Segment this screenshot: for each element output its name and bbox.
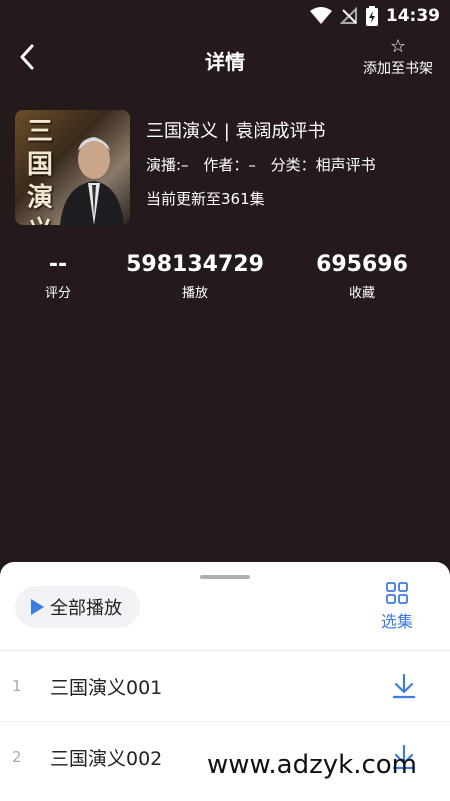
play-all-button[interactable]: 全部播放 xyxy=(15,586,140,628)
status-bar: 14:39 xyxy=(0,0,450,32)
star-icon: ☆ xyxy=(389,36,407,57)
sheet-drag-handle[interactable] xyxy=(200,575,250,579)
list-item[interactable]: 1 三国演义001 xyxy=(0,650,450,721)
book-title: 三国演义 | 袁阔成评书 xyxy=(146,121,326,142)
download-icon xyxy=(392,673,416,699)
nav-bar: 详情 ☆ 添加至书架 xyxy=(0,32,450,86)
play-icon xyxy=(31,599,44,615)
book-info: 三国演义 | 袁阔成评书 演播:– 作者：– 分类：相声评书 当前更新至361集 xyxy=(146,118,436,210)
rating-value: -- xyxy=(48,252,68,277)
author-text: 作者：– xyxy=(203,156,256,174)
wifi-icon xyxy=(309,7,332,25)
favorites-value: 695696 xyxy=(316,252,408,277)
book-meta: 演播:– 作者：– 分类：相声评书 xyxy=(146,154,436,176)
add-to-shelf-label: 添加至书架 xyxy=(363,61,433,77)
play-all-label: 全部播放 xyxy=(50,598,122,619)
favorites-label: 收藏 xyxy=(348,286,375,301)
select-episodes-label: 选集 xyxy=(380,612,413,631)
status-time: 14:39 xyxy=(385,6,440,26)
narrator-text: 演播:– xyxy=(146,156,189,174)
narrator-portrait xyxy=(60,137,124,225)
book-cover: 三国演义 xyxy=(15,110,130,225)
episode-name: 三国演义001 xyxy=(50,677,163,699)
watermark-text: www.adzyk.com xyxy=(207,750,417,780)
battery-charging-icon xyxy=(365,6,378,26)
cover-title: 三国演义 xyxy=(26,117,53,225)
add-to-shelf-button[interactable]: ☆ 添加至书架 xyxy=(358,38,438,78)
select-episodes-button[interactable]: 选集 xyxy=(372,582,422,632)
update-status: 当前更新至361集 xyxy=(146,190,265,208)
plays-label: 播放 xyxy=(181,286,208,301)
stat-favorites: 695696 收藏 xyxy=(287,250,437,301)
plays-value: 598134729 xyxy=(126,252,264,277)
download-button[interactable] xyxy=(392,673,416,703)
episode-index: 1 xyxy=(12,677,22,695)
stat-plays: 598134729 播放 xyxy=(120,250,270,301)
no-signal-icon xyxy=(339,7,358,25)
grid-icon xyxy=(386,582,408,604)
stats-row: -- 评分 598134729 播放 695696 收藏 xyxy=(0,250,450,310)
episode-name: 三国演义002 xyxy=(50,748,163,770)
category-text: 分类：相声评书 xyxy=(270,156,376,174)
stat-rating: -- 评分 xyxy=(8,250,108,301)
episode-index: 2 xyxy=(12,748,22,766)
rating-label: 评分 xyxy=(44,286,71,301)
